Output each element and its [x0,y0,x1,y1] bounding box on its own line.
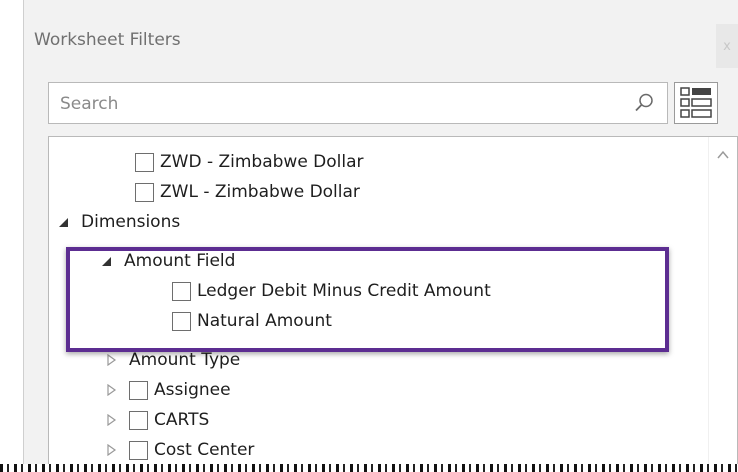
tree-item-ledger-debit-minus-credit[interactable]: Ledger Debit Minus Credit Amount [172,276,491,306]
tree-item-label: Dimensions [81,212,181,232]
tree-item-label: Assignee [154,380,231,400]
checkbox[interactable] [129,440,148,460]
search-input[interactable] [58,91,622,117]
tree-item-dimensions[interactable]: Dimensions [57,207,180,237]
tree-item-zwl[interactable]: ZWL - Zimbabwe Dollar [135,177,360,207]
tree-item-label: Cost Center [154,440,255,460]
collapsed-triangle-icon[interactable] [105,444,117,456]
checkbox[interactable] [135,182,154,202]
scroll-up-icon[interactable] [716,149,730,161]
collapsed-triangle-icon[interactable] [105,384,117,396]
tree-item-label: Natural Amount [197,311,332,331]
tree-item-label: Amount Field [124,251,236,271]
checkbox[interactable] [129,380,148,400]
vertical-scrollbar[interactable] [708,137,737,471]
checkbox[interactable] [135,152,154,172]
tree-item-natural-amount[interactable]: Natural Amount [172,306,332,336]
search-box[interactable] [48,82,668,124]
tree-item-label: ZWD - Zimbabwe Dollar [160,152,364,172]
panel-title: Worksheet Filters [34,30,181,50]
checkbox[interactable] [172,281,191,301]
panel-top-strip [24,0,738,14]
tree-item-amount-field[interactable]: Amount Field [100,246,235,276]
collapsed-triangle-icon[interactable] [105,354,117,366]
tree-item-label: Amount Type [129,350,241,370]
tree-item-assignee[interactable]: Assignee [105,375,231,405]
bottom-edge-artifact [0,464,738,472]
close-button[interactable]: x [716,24,738,68]
checkbox[interactable] [129,410,148,430]
expanded-triangle-icon[interactable] [57,216,69,228]
highlight-callout-box: Amount Field Ledger Debit Minus Credit A… [66,247,669,352]
collapsed-triangle-icon[interactable] [105,414,117,426]
list-view-button[interactable] [674,82,718,124]
tree-item-label: CARTS [154,410,210,430]
tree-item-zwd[interactable]: ZWD - Zimbabwe Dollar [135,147,364,177]
tree-item-carts[interactable]: CARTS [105,405,209,435]
tree-item-cost-center[interactable]: Cost Center [105,435,254,465]
worksheet-filters-panel: Worksheet Filters x ZWD - Zimbabwe Dolla… [23,0,738,472]
tree-item-label: Ledger Debit Minus Credit Amount [197,281,491,301]
tree-item-label: ZWL - Zimbabwe Dollar [160,182,360,202]
list-view-icon [680,87,712,118]
checkbox[interactable] [172,311,191,331]
search-icon[interactable] [633,92,655,114]
expanded-triangle-icon[interactable] [100,255,112,267]
